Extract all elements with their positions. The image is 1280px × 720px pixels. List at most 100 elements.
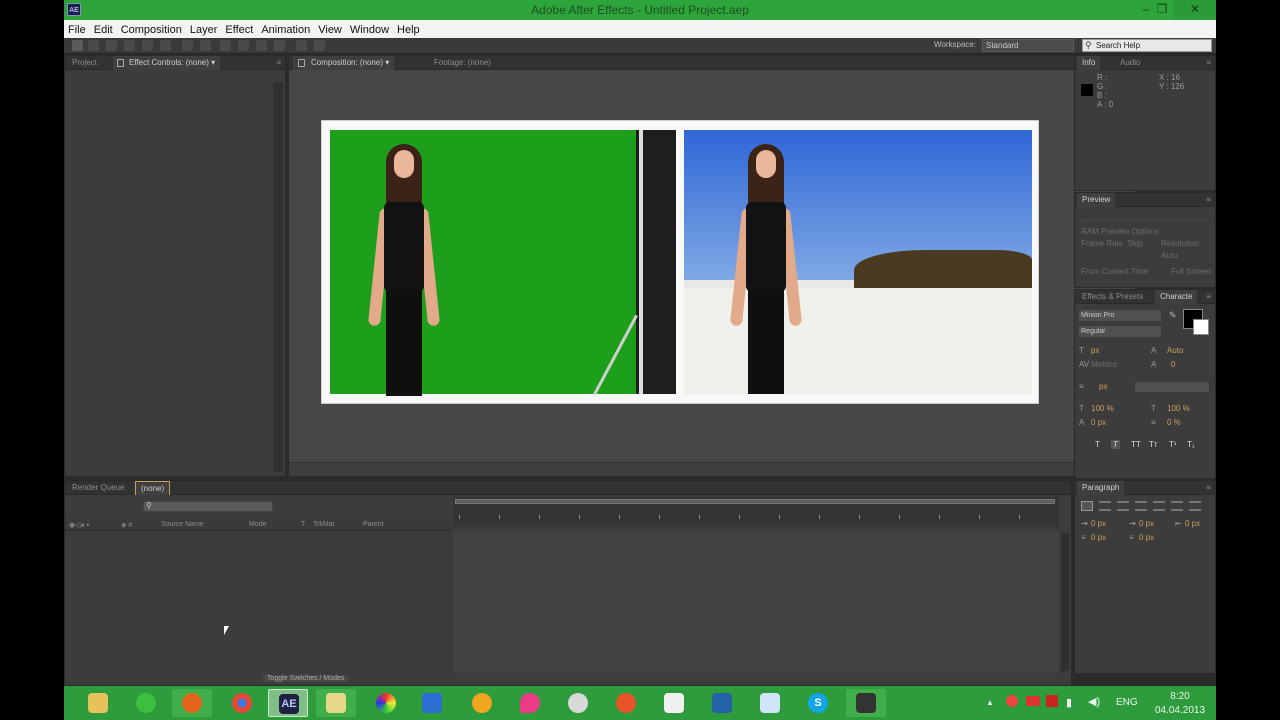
taskbar-sling[interactable] bbox=[462, 689, 502, 717]
timeline-scrollbar[interactable] bbox=[1061, 533, 1069, 671]
menu-effect[interactable]: Effect bbox=[221, 21, 257, 39]
full-screen[interactable]: Full Screen bbox=[1171, 267, 1211, 276]
resolution-auto[interactable]: Auto bbox=[1161, 251, 1177, 260]
taskbar-film[interactable] bbox=[846, 689, 886, 717]
align-center-icon[interactable] bbox=[1099, 501, 1111, 511]
work-area-bar[interactable] bbox=[455, 499, 1055, 504]
menu-view[interactable]: View bbox=[314, 21, 346, 39]
taskbar-after-effects[interactable]: AE bbox=[268, 689, 308, 717]
tracking-value[interactable]: 0 bbox=[1171, 360, 1175, 369]
justify-center-icon[interactable] bbox=[1153, 501, 1165, 511]
justify-all-icon[interactable] bbox=[1189, 501, 1201, 511]
tab-composition[interactable]: Composition: (none) ▾ bbox=[293, 56, 395, 70]
mask-tool-icon[interactable] bbox=[182, 40, 193, 51]
column-trkmat[interactable]: TrkMat bbox=[313, 521, 335, 528]
search-help-input[interactable]: ⚲ Search Help bbox=[1082, 39, 1212, 52]
brush-tool-icon[interactable] bbox=[238, 40, 249, 51]
align-left-icon[interactable] bbox=[1081, 501, 1093, 511]
space-before-value[interactable]: 0 px bbox=[1091, 533, 1106, 542]
taskbar-file-explorer[interactable] bbox=[78, 689, 118, 717]
workspace-select[interactable]: Standard bbox=[982, 39, 1074, 52]
taskbar-colorful-app[interactable] bbox=[366, 689, 406, 717]
tab-effect-controls[interactable]: Effect Controls: (none) ▾ bbox=[113, 56, 221, 70]
panel-menu-icon[interactable]: ≡ bbox=[276, 58, 281, 67]
pan-behind-tool-icon[interactable] bbox=[160, 40, 171, 51]
hand-tool-icon[interactable] bbox=[88, 40, 99, 51]
kerning-value[interactable]: Metrics bbox=[1091, 360, 1117, 369]
eyedropper-icon[interactable]: ✎ bbox=[1169, 310, 1177, 321]
tab-audio[interactable]: Audio bbox=[1115, 56, 1145, 70]
zoom-tool-icon[interactable] bbox=[106, 40, 117, 51]
pen-tool-icon[interactable] bbox=[200, 40, 211, 51]
baseline-shift-value[interactable]: 0 px bbox=[1091, 418, 1106, 427]
column-t[interactable]: T bbox=[301, 521, 305, 528]
taskbar-chrome[interactable] bbox=[222, 689, 262, 717]
from-current-time[interactable]: From Current Time bbox=[1081, 267, 1148, 276]
tray-app-icon[interactable] bbox=[1006, 695, 1018, 707]
column-mode[interactable]: Mode bbox=[249, 521, 267, 528]
faux-bold-button[interactable]: T bbox=[1095, 440, 1100, 449]
timeline-track-area[interactable] bbox=[453, 531, 1059, 673]
tab-info[interactable]: Info bbox=[1077, 56, 1101, 70]
tray-mail-icon[interactable] bbox=[1026, 696, 1040, 706]
tab-footage[interactable]: Footage: (none) bbox=[429, 56, 496, 70]
taskbar-game[interactable] bbox=[558, 689, 598, 717]
roto-brush-tool-icon[interactable] bbox=[296, 40, 307, 51]
all-caps-button[interactable]: TT bbox=[1131, 440, 1141, 449]
superscript-button[interactable]: T¹ bbox=[1169, 440, 1177, 449]
menu-help[interactable]: Help bbox=[393, 21, 424, 39]
space-after-value[interactable]: 0 px bbox=[1139, 533, 1154, 542]
info-panel-menu-icon[interactable]: ≡ bbox=[1206, 58, 1211, 67]
justify-left-icon[interactable] bbox=[1135, 501, 1147, 511]
menu-file[interactable]: File bbox=[64, 21, 90, 39]
taskbar-office[interactable] bbox=[412, 689, 452, 717]
leading-value[interactable]: Auto bbox=[1167, 346, 1183, 355]
column-parent[interactable]: Parent bbox=[363, 521, 384, 528]
network-icon[interactable]: ▮ bbox=[1066, 696, 1072, 709]
ram-preview-options[interactable]: RAM Preview Options bbox=[1081, 227, 1159, 236]
tab-render-queue[interactable]: Render Queue bbox=[67, 481, 129, 495]
taskbar-firefox[interactable] bbox=[172, 689, 212, 717]
font-family-select[interactable]: Minion Pro bbox=[1079, 310, 1161, 321]
stroke-width-value[interactable]: px bbox=[1099, 382, 1107, 391]
indent-right-value[interactable]: 0 px bbox=[1185, 519, 1200, 528]
puppet-tool-icon[interactable] bbox=[314, 40, 325, 51]
show-hidden-icons-icon[interactable]: ▲ bbox=[986, 698, 994, 707]
clone-tool-icon[interactable] bbox=[256, 40, 267, 51]
tab-project[interactable]: Project bbox=[67, 56, 102, 70]
paragraph-panel-menu-icon[interactable]: ≡ bbox=[1206, 483, 1211, 492]
column-source-name[interactable]: Source Name bbox=[161, 521, 204, 528]
camera-tool-icon[interactable] bbox=[142, 40, 153, 51]
align-right-icon[interactable] bbox=[1117, 501, 1129, 511]
taskbar-notes[interactable] bbox=[316, 689, 356, 717]
menu-animation[interactable]: Animation bbox=[257, 21, 314, 39]
horizontal-scale-value[interactable]: 100 % bbox=[1167, 404, 1190, 413]
time-ruler[interactable] bbox=[453, 497, 1059, 527]
viewer-footer-bar[interactable] bbox=[289, 462, 1135, 476]
taskbar-clover[interactable] bbox=[126, 689, 166, 717]
taskbar-skype[interactable]: S bbox=[798, 689, 838, 717]
language-indicator[interactable]: ENG bbox=[1116, 697, 1138, 708]
clock-time[interactable]: 8:20 bbox=[1150, 691, 1210, 702]
toggle-switches-modes[interactable]: Toggle Switches / Modes bbox=[263, 675, 349, 682]
stroke-type-select[interactable] bbox=[1135, 382, 1209, 392]
type-tool-icon[interactable] bbox=[220, 40, 231, 51]
taskbar-pink-drop[interactable] bbox=[510, 689, 550, 717]
taskbar-paper[interactable] bbox=[750, 689, 790, 717]
menu-composition[interactable]: Composition bbox=[117, 21, 186, 39]
font-size-value[interactable]: px bbox=[1091, 346, 1099, 355]
preview-panel-menu-icon[interactable]: ≡ bbox=[1206, 195, 1211, 204]
taskbar-orange-app[interactable] bbox=[606, 689, 646, 717]
timeline-search-input[interactable]: ⚲ bbox=[143, 501, 273, 512]
close-button[interactable]: ✕ bbox=[1174, 0, 1216, 20]
indent-first-value[interactable]: 0 px bbox=[1139, 519, 1154, 528]
rotate-tool-icon[interactable] bbox=[124, 40, 135, 51]
justify-right-icon[interactable] bbox=[1171, 501, 1183, 511]
vertical-scale-value[interactable]: 100 % bbox=[1091, 404, 1114, 413]
small-caps-button[interactable]: Tт bbox=[1149, 440, 1158, 449]
character-panel-menu-icon[interactable]: ≡ bbox=[1206, 292, 1211, 301]
taskbar-mail[interactable] bbox=[654, 689, 694, 717]
tab-character[interactable]: Characte bbox=[1155, 290, 1198, 304]
subscript-button[interactable]: T₁ bbox=[1187, 440, 1195, 449]
volume-icon[interactable]: ◀) bbox=[1088, 695, 1100, 708]
